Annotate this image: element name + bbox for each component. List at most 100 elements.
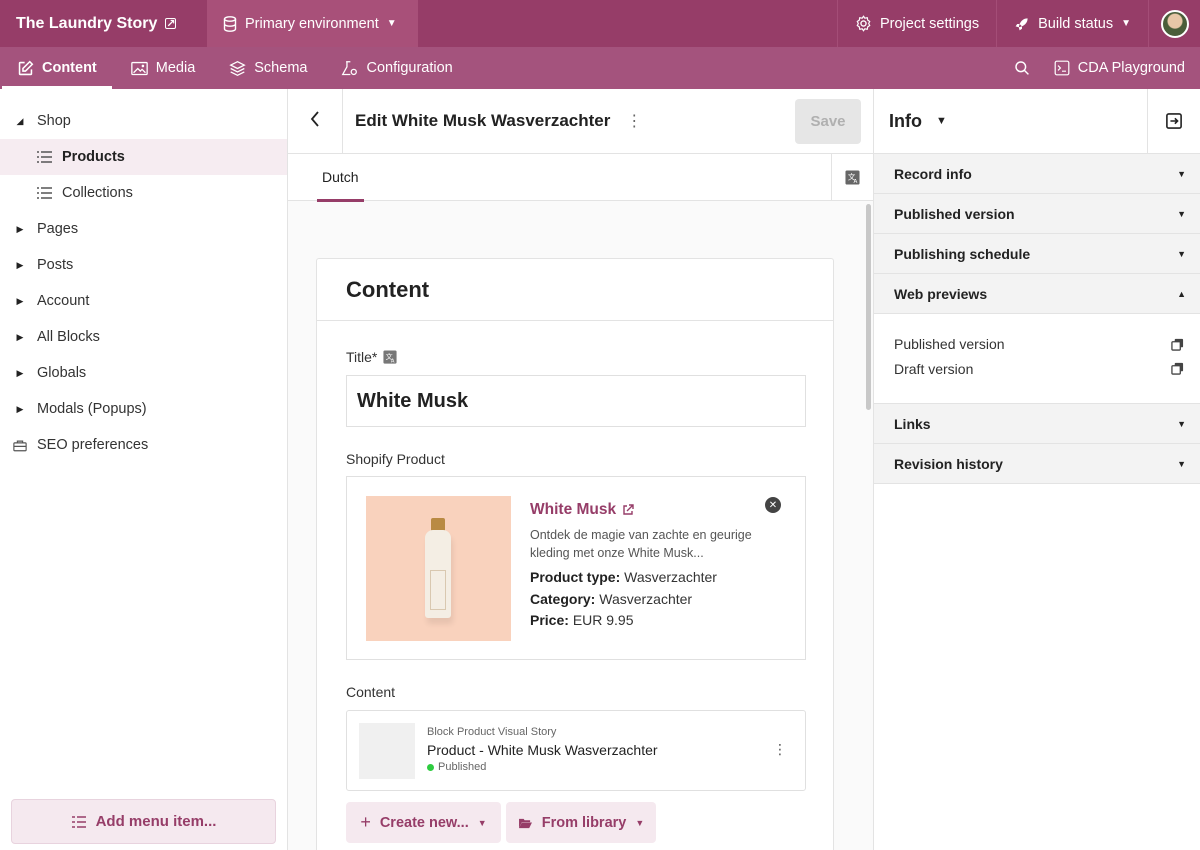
block-menu-icon[interactable]: ⋮: [773, 741, 787, 758]
search-icon: [1014, 60, 1030, 76]
create-new-button[interactable]: + Create new... ▼: [346, 802, 501, 843]
sidebar-item-modals[interactable]: ▶ Modals (Popups): [0, 391, 287, 427]
back-button[interactable]: [288, 88, 343, 154]
external-link-icon[interactable]: [622, 504, 634, 516]
info-panel-title[interactable]: Info: [889, 111, 922, 132]
web-previews-list: Published version Draft version: [874, 314, 1200, 404]
preview-published[interactable]: Published version: [894, 332, 1184, 357]
caret-right-icon[interactable]: ▶: [13, 368, 27, 379]
section-links[interactable]: Links ▼: [874, 404, 1200, 444]
more-options-icon[interactable]: ⋮: [626, 111, 642, 131]
title-input[interactable]: White Musk: [346, 375, 806, 427]
sidebar-item-posts[interactable]: ▶ Posts: [0, 247, 287, 283]
tab-content[interactable]: Content: [0, 47, 114, 89]
content-card: Content Title* 文A White Musk Shopify Pro…: [316, 258, 834, 850]
svg-text:A: A: [391, 358, 395, 364]
chevron-down-icon: ▼: [386, 18, 397, 29]
build-status-button[interactable]: Build status ▼: [996, 0, 1148, 47]
editor-pane: Edit White Musk Wasverzachter ⋮ Save Dut…: [288, 88, 873, 850]
create-new-label: Create new...: [379, 814, 469, 831]
caret-right-icon[interactable]: ▶: [13, 296, 27, 307]
remove-product-icon[interactable]: ✕: [765, 497, 781, 513]
caret-right-icon[interactable]: ▶: [13, 260, 27, 271]
page-title: Edit White Musk Wasverzachter: [355, 111, 611, 130]
sidebar-item-account[interactable]: ▶ Account: [0, 283, 287, 319]
project-settings-button[interactable]: Project settings: [836, 0, 996, 47]
info-panel-header: Info ▼: [874, 88, 1200, 154]
product-name: White Musk: [530, 501, 617, 518]
block-status-label: Published: [438, 761, 487, 773]
caret-right-icon[interactable]: ▶: [13, 224, 27, 235]
section-published-version[interactable]: Published version ▼: [874, 194, 1200, 234]
content-field-label: Content: [346, 684, 396, 700]
tab-schema[interactable]: Schema: [212, 47, 324, 89]
external-link-icon[interactable]: ↗: [165, 18, 177, 30]
tab-media[interactable]: Media: [114, 47, 213, 89]
sidebar-item-seo-preferences[interactable]: SEO preferences: [0, 427, 287, 463]
sidebar-item-all-blocks[interactable]: ▶ All Blocks: [0, 319, 287, 355]
project-title[interactable]: The Laundry Story ↗: [0, 0, 207, 47]
copy-icon[interactable]: [1171, 362, 1184, 375]
section-record-info[interactable]: Record info ▼: [874, 154, 1200, 194]
collapse-panel-button[interactable]: [1147, 88, 1200, 154]
environment-label: Primary environment: [245, 15, 379, 32]
from-library-label: From library: [541, 814, 627, 831]
section-label: Links: [894, 415, 931, 432]
save-button[interactable]: Save: [795, 98, 861, 144]
edit-icon: [17, 60, 34, 77]
translate-button[interactable]: 文A: [831, 154, 873, 201]
cda-playground-button[interactable]: CDA Playground: [1044, 47, 1200, 89]
chevron-down-icon: ▼: [1177, 208, 1186, 219]
product-image: [366, 496, 511, 641]
tab-schema-label: Schema: [254, 60, 308, 76]
add-menu-item-button[interactable]: Add menu item...: [11, 799, 276, 844]
sidebar-item-label: Modals (Popups): [37, 401, 147, 417]
translate-icon: 文A: [845, 170, 860, 185]
sidebar-item-label: Collections: [62, 185, 133, 201]
svg-text:A: A: [853, 179, 857, 185]
caret-right-icon[interactable]: ▶: [13, 332, 27, 343]
tab-configuration[interactable]: Configuration: [324, 47, 469, 89]
from-library-button[interactable]: From library ▼: [506, 802, 656, 843]
scrollbar[interactable]: [866, 204, 871, 410]
environment-selector[interactable]: Primary environment ▼: [207, 0, 418, 47]
product-category-value: Wasverzachter: [599, 590, 693, 607]
avatar[interactable]: [1160, 9, 1189, 38]
chevron-down-icon: ▼: [1177, 458, 1186, 469]
title-label: Title*: [346, 349, 378, 365]
sidebar-item-shop[interactable]: ◢ Shop: [0, 103, 287, 139]
preview-label: Draft version: [894, 360, 974, 377]
product-link[interactable]: White Musk: [530, 501, 780, 519]
product-category-row: Category: Wasverzachter: [530, 589, 780, 611]
sidebar-item-label: Globals: [37, 365, 87, 381]
folder-open-icon: [518, 817, 533, 829]
caret-right-icon[interactable]: ▶: [13, 404, 27, 415]
sidebar-item-pages[interactable]: ▶ Pages: [0, 211, 287, 247]
sidebar-item-products[interactable]: Products: [0, 139, 287, 175]
preview-label: Published version: [894, 336, 1005, 353]
shopify-product-label: Shopify Product: [346, 451, 445, 467]
sidebar-item-globals[interactable]: ▶ Globals: [0, 355, 287, 391]
sidebar-item-collections[interactable]: Collections: [0, 175, 287, 211]
section-title: Content: [317, 259, 833, 321]
section-revision-history[interactable]: Revision history ▼: [874, 444, 1200, 484]
section-publishing-schedule[interactable]: Publishing schedule ▼: [874, 234, 1200, 274]
chevron-down-icon[interactable]: ▼: [936, 115, 947, 127]
sidebar-item-label: All Blocks: [37, 329, 100, 345]
plus-icon: +: [360, 812, 371, 832]
section-web-previews[interactable]: Web previews ▲: [874, 274, 1200, 314]
chevron-down-icon: ▼: [635, 817, 645, 828]
preview-draft[interactable]: Draft version: [894, 357, 1184, 382]
block-item[interactable]: Block Product Visual Story Product - Whi…: [346, 710, 806, 791]
tab-dutch[interactable]: Dutch: [317, 154, 364, 202]
product-price-value: EUR 9.95: [572, 612, 634, 628]
user-menu[interactable]: [1148, 0, 1200, 47]
sidebar-item-label: Pages: [37, 221, 79, 237]
search-button[interactable]: [1000, 47, 1044, 89]
caret-expanded-icon[interactable]: ◢: [13, 116, 27, 127]
copy-icon[interactable]: [1171, 338, 1184, 351]
block-type: Block Product Visual Story: [427, 726, 557, 738]
sidebar-item-label: Account: [37, 293, 90, 309]
info-panel: Info ▼ Record info ▼ Published version ▼…: [873, 88, 1200, 850]
terminal-icon: [1054, 60, 1070, 76]
